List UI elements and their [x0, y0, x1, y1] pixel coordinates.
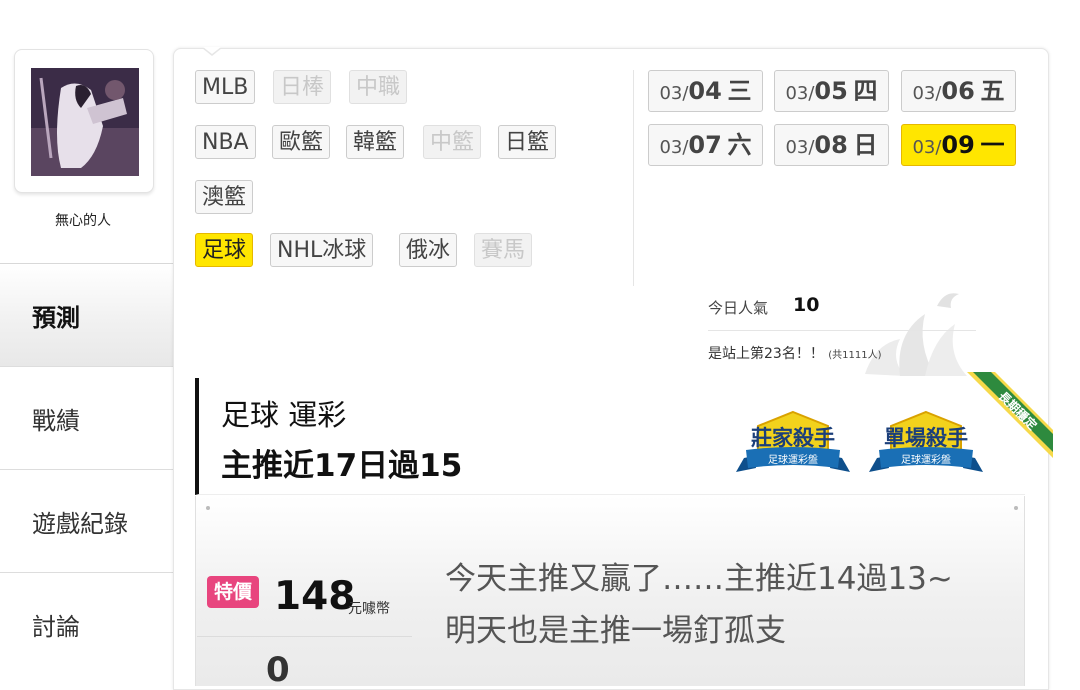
long-term-stable-ribbon: 長期穩定 — [955, 372, 1053, 470]
purchase-count: 0 — [266, 650, 290, 690]
sport-tag-japan-basketball[interactable]: 日籃 — [498, 125, 557, 159]
sport-tag-horse-racing: 賽馬 — [474, 233, 533, 267]
date-month: 03/ — [785, 83, 815, 104]
prediction-message: 今天主推又贏了……主推近14過13~ 明天也是主推一場釘孤支 — [445, 561, 953, 649]
nav-item-discussion[interactable]: 討論 — [0, 572, 173, 675]
rank-total: (共1111人) — [828, 350, 882, 361]
date-day: 07 — [688, 131, 722, 159]
panel-notch — [202, 47, 222, 56]
avatar[interactable] — [31, 68, 139, 176]
date-month: 03/ — [912, 137, 942, 158]
popularity-label: 今日人氣 — [708, 299, 769, 317]
date-tab-0305[interactable]: 03/05 四 — [774, 70, 889, 112]
sport-tag-nhl[interactable]: NHL冰球 — [270, 233, 374, 267]
title-strip: 足球 運彩 主推近17日過15 莊家殺手 足球運彩盤 單場殺手 足球運彩盤 — [195, 378, 1025, 495]
rank-label: 是站上第23名！！ — [708, 346, 824, 362]
date-day: 06 — [941, 77, 975, 105]
nav-item-label: 遊戲紀錄 — [32, 509, 128, 538]
badge-title: 莊家殺手 — [751, 426, 835, 450]
sport-tag-russia-hockey[interactable]: 俄冰 — [399, 233, 458, 267]
nav-item-label: 預測 — [32, 303, 80, 332]
date-day: 04 — [688, 77, 722, 105]
filter-divider — [633, 70, 634, 286]
username[interactable]: 無心的人 — [0, 210, 166, 230]
nav-item-label: 討論 — [32, 612, 80, 641]
record-title: 主推近17日過15 — [221, 448, 463, 484]
nav-item-label: 戰績 — [32, 406, 80, 435]
date-tab-0306[interactable]: 03/06 五 — [901, 70, 1016, 112]
date-tab-0308[interactable]: 03/08 日 — [774, 124, 889, 166]
sport-tag-npb: 日棒 — [273, 70, 332, 104]
date-month: 03/ — [912, 83, 942, 104]
sport-tag-korea-basketball[interactable]: 韓籃 — [346, 125, 405, 159]
corner-dot — [206, 506, 210, 510]
nav-item-record[interactable]: 戰績 — [0, 366, 173, 469]
popularity-value: 10 — [793, 294, 820, 316]
date-tab-0309[interactable]: 03/09 一 — [901, 124, 1016, 166]
date-tab-0304[interactable]: 03/04 三 — [648, 70, 763, 112]
date-month: 03/ — [659, 137, 689, 158]
price-divider — [197, 636, 412, 637]
corner-dot — [1014, 506, 1018, 510]
sport-tag-mlb[interactable]: MLB — [195, 70, 256, 104]
price-value: 148 — [274, 574, 356, 619]
stats-divider — [708, 330, 976, 331]
date-day: 09 — [941, 131, 975, 159]
sport-tag-cpbl: 中職 — [349, 70, 408, 104]
sport-tag-nba[interactable]: NBA — [195, 125, 256, 159]
promo-badge: 特價 — [207, 576, 259, 608]
price-unit: 元噱幣 — [348, 601, 390, 617]
date-weekday: 日 — [853, 131, 878, 159]
date-day: 08 — [814, 131, 848, 159]
category-title: 足球 運彩 — [221, 398, 347, 432]
nav-item-game-log[interactable]: 遊戲紀錄 — [0, 469, 173, 572]
date-weekday: 六 — [727, 131, 752, 159]
date-weekday: 一 — [980, 131, 1005, 159]
badge-subtitle: 足球運彩盤 — [768, 455, 818, 466]
sport-tag-australia-basketball[interactable]: 澳籃 — [195, 180, 254, 214]
date-weekday: 五 — [980, 77, 1005, 105]
rank-text: 是站上第23名！！ (共1111人) — [708, 343, 882, 363]
avatar-illustration — [31, 68, 139, 176]
date-day: 05 — [814, 77, 848, 105]
nav-item-predict[interactable]: 預測 — [0, 263, 173, 366]
date-month: 03/ — [785, 137, 815, 158]
date-month: 03/ — [659, 83, 689, 104]
sport-tag-soccer[interactable]: 足球 — [195, 233, 254, 267]
date-tab-0307[interactable]: 03/07 六 — [648, 124, 763, 166]
avatar-card[interactable] — [14, 49, 154, 193]
badge-bookmaker-killer: 莊家殺手 足球運彩盤 — [734, 410, 852, 480]
sport-tag-euro-basketball[interactable]: 歐籃 — [272, 125, 331, 159]
sport-tag-china-basketball: 中籃 — [423, 125, 482, 159]
flame-decoration-icon — [865, 293, 967, 376]
date-weekday: 四 — [853, 77, 878, 105]
date-weekday: 三 — [727, 77, 752, 105]
